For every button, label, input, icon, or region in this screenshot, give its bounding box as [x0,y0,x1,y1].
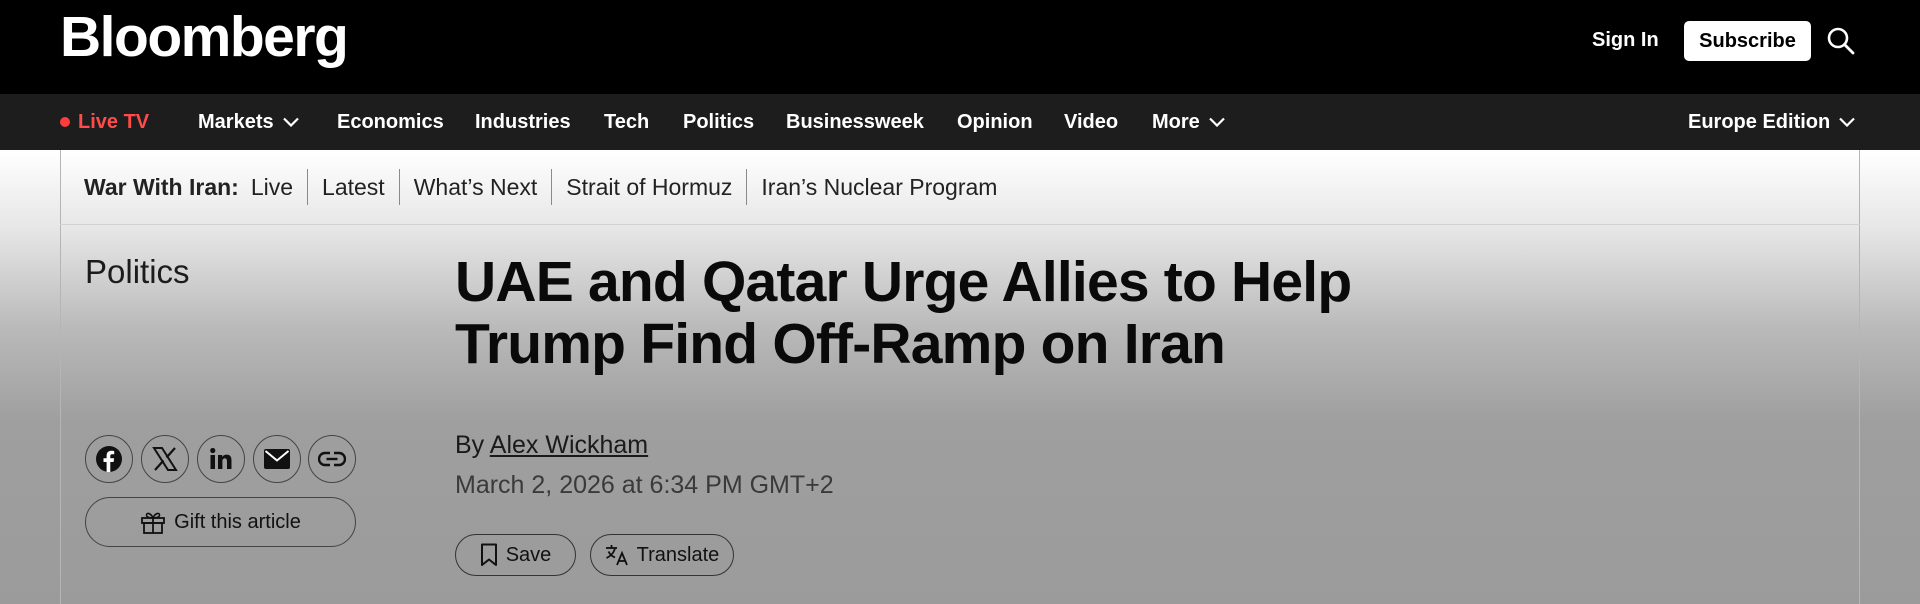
nav-industries[interactable]: Industries [475,94,571,150]
section-label[interactable]: Politics [85,253,190,291]
nav-markets[interactable]: Markets [198,94,299,150]
share-linkedin-button[interactable] [197,435,245,483]
save-button[interactable]: Save [455,534,576,576]
publish-date: March 2, 2026 at 6:34 PM GMT+2 [455,471,834,499]
nav-live-tv[interactable]: Live TV [60,94,149,150]
subnav-nuclear-program[interactable]: Iran’s Nuclear Program [746,169,1011,205]
save-label: Save [505,543,552,566]
edition-label: Europe Edition [1688,110,1831,133]
nav-more-label: More [1152,110,1200,133]
bloomberg-logo[interactable]: Bloomberg [60,4,349,70]
byline: By Alex Wickham [455,431,648,460]
nav-politics[interactable]: Politics [683,94,754,150]
email-icon [264,449,290,469]
share-x-button[interactable] [141,435,189,483]
bookmark-icon [480,543,497,566]
translate-icon [605,545,628,566]
subscribe-button[interactable]: Subscribe [1684,21,1811,61]
subnav-strait-of-hormuz[interactable]: Strait of Hormuz [551,169,746,205]
author-link[interactable]: Alex Wickham [490,431,648,459]
copy-link-button[interactable] [308,435,356,483]
byline-prefix: By [455,431,485,459]
topic-subnav: War With Iran: Live Latest What’s Next S… [60,150,1860,225]
sign-in-link[interactable]: Sign In [1592,29,1659,52]
x-icon [152,447,178,471]
main-nav: Live TV Markets Economics Industries Tec… [0,94,1920,150]
topic-label: War With Iran: [84,173,239,200]
nav-video[interactable]: Video [1064,94,1118,150]
nav-economics[interactable]: Economics [337,94,444,150]
share-email-button[interactable] [253,435,301,483]
nav-opinion[interactable]: Opinion [957,94,1033,150]
top-bar: Bloomberg Sign In Subscribe [0,0,1920,94]
facebook-icon [96,446,122,472]
chevron-down-icon [282,117,299,127]
subnav-live[interactable]: Live [251,169,307,205]
linkedin-icon [210,447,232,469]
edition-selector[interactable]: Europe Edition [1688,94,1855,150]
live-dot-icon [60,117,70,127]
chevron-down-icon [1209,117,1225,127]
share-facebook-button[interactable] [85,435,133,483]
search-icon[interactable] [1826,26,1856,56]
translate-label: Translate [636,543,720,566]
nav-more[interactable]: More [1152,94,1225,150]
gift-article-button[interactable]: Gift this article [85,497,356,547]
link-icon [318,451,346,467]
nav-tech[interactable]: Tech [604,94,649,150]
nav-businessweek[interactable]: Businessweek [786,94,924,150]
gift-article-label: Gift this article [174,510,301,533]
gift-icon [141,512,166,534]
translate-button[interactable]: Translate [590,534,734,576]
article-headline: UAE and Qatar Urge Allies to Help Trump … [455,250,1352,376]
subnav-latest[interactable]: Latest [307,169,399,205]
nav-markets-label: Markets [198,110,274,133]
nav-live-tv-label: Live TV [78,110,150,133]
subnav-whats-next[interactable]: What’s Next [398,169,552,205]
chevron-down-icon [1839,117,1855,127]
